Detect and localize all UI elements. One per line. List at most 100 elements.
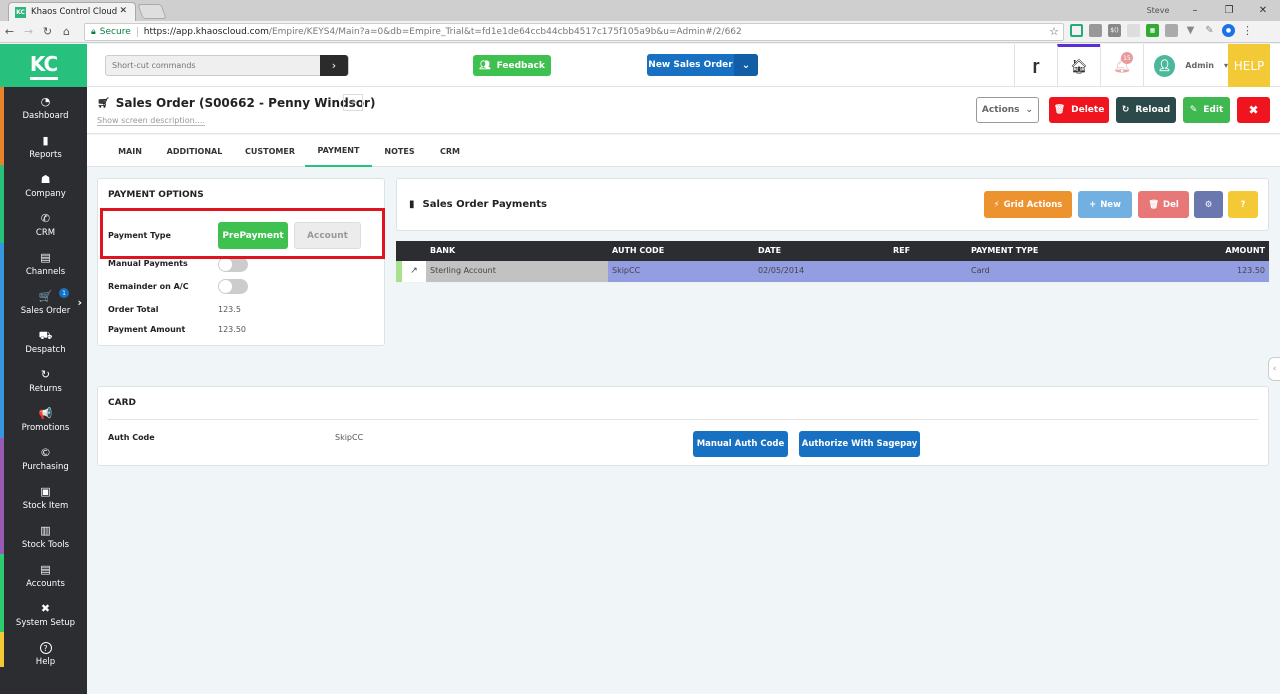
user-menu[interactable]: 👤︎ Admin ▾ xyxy=(1143,44,1228,87)
add-favourite-button[interactable]: + xyxy=(343,94,363,111)
chevron-right-icon[interactable]: › xyxy=(77,296,82,309)
reload-button[interactable]: ↻ Reload xyxy=(1116,97,1176,123)
sidebar-item-stock-item[interactable]: ▣ Stock Item xyxy=(4,479,87,518)
browser-user[interactable]: Steve xyxy=(1138,6,1178,15)
edit-ext-icon[interactable]: ✎ xyxy=(1203,24,1216,37)
delete-payment-button[interactable]: 🗑︎ Del xyxy=(1138,191,1189,218)
collapse-panel-handle[interactable]: ‹ xyxy=(1268,357,1280,381)
new-sales-order-button[interactable]: New Sales Order ⌄ xyxy=(647,54,758,76)
url-field[interactable]: 🔒︎ Secure https://app.khaoscloud.com /Em… xyxy=(84,23,1064,41)
bag-ext-icon[interactable] xyxy=(1165,24,1178,37)
refresh-icon[interactable]: ↻ xyxy=(38,25,57,38)
sidebar-label: System Setup xyxy=(15,618,76,628)
secure-label: Secure xyxy=(100,27,138,37)
page-header: 🛒︎ Sales Order (S00662 - Penny Windsor) … xyxy=(87,87,1280,134)
divider xyxy=(108,419,1258,420)
close-tab-icon[interactable]: ✕ xyxy=(119,6,127,16)
payment-amount-label: Payment Amount xyxy=(108,325,186,334)
sidebar-item-crm[interactable]: ✆ CRM xyxy=(4,206,87,245)
sidebar-item-dashboard[interactable]: ◔ Dashboard xyxy=(4,89,87,128)
tab-notes[interactable]: NOTES xyxy=(377,135,422,167)
sidebar-label: Accounts xyxy=(26,579,65,589)
remainder-toggle[interactable] xyxy=(218,279,248,294)
tab-main[interactable]: MAIN xyxy=(105,135,155,167)
scanner-button[interactable]: ɼ xyxy=(1014,44,1057,87)
sidebar-item-stock-tools[interactable]: ▥ Stock Tools xyxy=(4,518,87,557)
col-bank[interactable]: BANK xyxy=(430,241,455,261)
manual-payments-toggle[interactable] xyxy=(218,257,248,272)
screenshot-ext-icon[interactable] xyxy=(1070,24,1083,37)
reports-icon: ▮ xyxy=(42,134,49,147)
green-ext-icon[interactable]: ▦ xyxy=(1146,24,1159,37)
tab-payment[interactable]: PAYMENT xyxy=(305,135,372,167)
tab-additional[interactable]: ADDITIONAL xyxy=(162,135,227,167)
minimize-icon[interactable]: – xyxy=(1178,5,1212,16)
company-icon: ☗ xyxy=(40,173,51,186)
show-description-link[interactable]: Show screen description.... xyxy=(97,116,205,126)
forward-icon[interactable]: → xyxy=(19,25,38,38)
pencil-icon: ✎ xyxy=(1189,105,1198,115)
sidebar-item-promotions[interactable]: 📢 Promotions xyxy=(4,401,87,440)
authorize-sagepay-button[interactable]: Authorize With Sagepay xyxy=(799,431,920,457)
gear-ext-icon[interactable] xyxy=(1127,24,1140,37)
close-window-icon[interactable]: ✕ xyxy=(1246,5,1280,16)
sidebar-item-returns[interactable]: ↻ Returns xyxy=(4,362,87,401)
warehouse-button[interactable]: 🏠︎ xyxy=(1057,44,1100,87)
grid-actions-button[interactable]: ⚡︎ Grid Actions xyxy=(984,191,1072,218)
close-button[interactable]: ✖ xyxy=(1237,97,1270,123)
menu-icon[interactable]: ⋮ xyxy=(1241,24,1254,37)
ruler-ext-icon[interactable] xyxy=(1089,24,1102,37)
sidebar-item-reports[interactable]: ▮ Reports xyxy=(4,128,87,167)
panel-title: PAYMENT OPTIONS xyxy=(108,190,204,200)
address-bar: ← → ↻ ⌂ 🔒︎ Secure https://app.khaoscloud… xyxy=(0,21,1280,43)
sidebar-item-sales-order[interactable]: 🛒 Sales Order 1 › xyxy=(4,284,87,323)
browser-tab[interactable]: KC Khaos Control Cloud ✕ xyxy=(8,2,136,21)
prepayment-button[interactable]: PrePayment xyxy=(218,222,288,249)
home-icon[interactable]: ⌂ xyxy=(57,25,76,38)
sidebar-item-despatch[interactable]: ⛟ Despatch xyxy=(4,323,87,362)
notifications-button[interactable]: 🔔︎ 15 xyxy=(1100,44,1143,87)
bookmark-star-icon[interactable]: ☆ xyxy=(1049,25,1059,38)
open-record-icon[interactable]: ↗ xyxy=(402,261,426,282)
selector-ext-icon[interactable]: $() xyxy=(1108,24,1121,37)
col-date[interactable]: DATE xyxy=(758,241,781,261)
edit-button[interactable]: ✎ Edit xyxy=(1183,97,1230,123)
col-amount[interactable]: AMOUNT xyxy=(1225,241,1265,261)
manual-auth-code-button[interactable]: Manual Auth Code xyxy=(693,431,788,457)
delete-button[interactable]: 🗑︎ Delete xyxy=(1049,97,1109,123)
account-button[interactable]: Account xyxy=(294,222,361,249)
sidebar-label: Stock Item xyxy=(22,501,69,511)
sidebar-item-company[interactable]: ☗ Company xyxy=(4,167,87,206)
tab-customer[interactable]: CUSTOMER xyxy=(237,135,303,167)
sidebar-item-purchasing[interactable]: © Purchasing xyxy=(4,440,87,479)
restore-icon[interactable]: ❐ xyxy=(1212,5,1246,16)
sidebar-item-accounts[interactable]: ▤ Accounts xyxy=(4,557,87,596)
cell-auth-code: SkipCC xyxy=(612,266,641,275)
tab-crm[interactable]: CRM xyxy=(430,135,470,167)
col-auth-code[interactable]: AUTH CODE xyxy=(612,241,664,261)
sidebar-item-channels[interactable]: ▤ Channels xyxy=(4,245,87,284)
new-payment-button[interactable]: + New xyxy=(1078,191,1132,218)
blue-ext-icon[interactable]: ● xyxy=(1222,24,1235,37)
returns-icon: ↻ xyxy=(40,368,51,381)
vue-ext-icon[interactable]: ▼ xyxy=(1184,24,1197,37)
chevron-down-icon[interactable]: ⌄ xyxy=(734,54,758,76)
col-ref[interactable]: REF xyxy=(893,241,910,261)
logo-text: KC xyxy=(29,51,58,76)
sidebar-item-help[interactable]: ? Help xyxy=(4,635,87,674)
settings-button[interactable]: ⚙ xyxy=(1194,191,1223,218)
shortcut-go-button[interactable]: › xyxy=(320,55,348,76)
col-payment-type[interactable]: PAYMENT TYPE xyxy=(971,241,1038,261)
feedback-button[interactable]: 👥︎ Feedback xyxy=(473,55,551,76)
new-tab-button[interactable] xyxy=(137,4,167,19)
help-button[interactable]: HELP xyxy=(1228,44,1270,87)
kc-logo[interactable]: KC xyxy=(0,44,87,87)
table-row[interactable]: ↗ Sterling Account SkipCC 02/05/2014 Car… xyxy=(396,261,1269,282)
sidebar-item-system-setup[interactable]: ✖ System Setup xyxy=(4,596,87,635)
scanner-icon: ɼ xyxy=(1032,57,1040,74)
actions-dropdown[interactable]: Actions ⌄ xyxy=(976,97,1039,123)
cell-amount: 123.50 xyxy=(1237,266,1265,275)
grid-help-button[interactable]: ? xyxy=(1228,191,1258,218)
back-icon[interactable]: ← xyxy=(0,25,19,38)
shortcut-input[interactable] xyxy=(106,56,320,75)
